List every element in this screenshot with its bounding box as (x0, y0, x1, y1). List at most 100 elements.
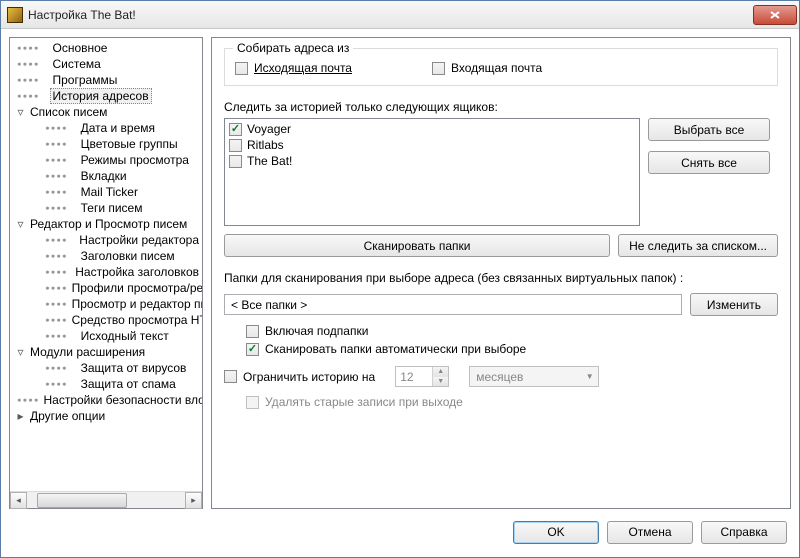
tree-item[interactable]: ∙∙∙∙Основное (10, 40, 202, 56)
tree-item-label: Теги писем (78, 200, 146, 216)
tree-indent (67, 332, 76, 341)
tree-indent (67, 268, 71, 277)
tree-indent (67, 172, 76, 181)
scroll-right-arrow[interactable]: ▸ (185, 492, 202, 509)
close-icon (770, 11, 780, 19)
collapse-icon[interactable]: ▿ (16, 220, 25, 229)
collapse-icon[interactable]: ▿ (16, 108, 25, 117)
dialog-footer: OK Отмена Справка (1, 517, 799, 557)
tree-item[interactable]: ▸Другие опции (10, 408, 202, 424)
outgoing-label: Исходящая почта (254, 61, 352, 75)
list-item-label: Ritlabs (247, 138, 284, 152)
tree-item[interactable]: ∙∙∙∙Настройка заголовков (10, 264, 202, 280)
incoming-label: Входящая почта (451, 61, 542, 75)
tree-item[interactable]: ∙∙∙∙Исходный текст (10, 328, 202, 344)
tree-item-label: Дата и время (78, 120, 158, 136)
select-all-button[interactable]: Выбрать все (648, 118, 770, 141)
change-folders-button[interactable]: Изменить (690, 293, 778, 316)
ignore-list-button[interactable]: Не следить за списком... (618, 234, 778, 257)
tree-item[interactable]: ∙∙∙∙Дата и время (10, 120, 202, 136)
horizontal-scrollbar[interactable]: ◂ ▸ (10, 491, 202, 508)
incoming-checkbox[interactable]: Входящая почта (432, 61, 542, 75)
tree-item-label: Список писем (27, 104, 110, 120)
checkbox-icon (229, 123, 242, 136)
purge-checkbox: Удалять старые записи при выходе (246, 395, 778, 409)
tree-item-label: Mail Ticker (78, 184, 141, 200)
collapse-icon[interactable]: ▿ (16, 348, 25, 357)
expand-icon[interactable]: ▸ (16, 412, 25, 421)
tree-item[interactable]: ∙∙∙∙Защита от вирусов (10, 360, 202, 376)
tree-item[interactable]: ∙∙∙∙Теги писем (10, 200, 202, 216)
tree-item-label: Заголовки писем (78, 248, 178, 264)
tree-item-label: Вкладки (78, 168, 130, 184)
tree-item[interactable]: ∙∙∙∙Режимы просмотра (10, 152, 202, 168)
list-item-label: The Bat! (247, 154, 292, 168)
limit-history-checkbox[interactable]: Ограничить историю на (224, 370, 375, 384)
folders-label: Папки для сканирования при выборе адреса… (224, 271, 778, 285)
tree-indent (39, 44, 48, 53)
tree-item[interactable]: ∙∙∙∙Заголовки писем (10, 248, 202, 264)
close-button[interactable] (753, 5, 797, 25)
cancel-button[interactable]: Отмена (607, 521, 693, 544)
collect-legend: Собирать адреса из (233, 41, 353, 55)
subfolders-checkbox[interactable]: Включая подпапки (246, 324, 778, 338)
checkbox-icon (224, 370, 237, 383)
tree-item[interactable]: ∙∙∙∙Программы (10, 72, 202, 88)
tree-item[interactable]: ∙∙∙∙Защита от спама (10, 376, 202, 392)
auto-scan-label: Сканировать папки автоматически при выбо… (265, 342, 526, 356)
tree-item-label: Основное (50, 40, 111, 56)
nav-tree[interactable]: ∙∙∙∙Основное∙∙∙∙Система∙∙∙∙Программы∙∙∙∙… (10, 38, 202, 491)
tree-item[interactable]: ∙∙∙∙Mail Ticker (10, 184, 202, 200)
tree-item-label: Защита от вирусов (78, 360, 190, 376)
deselect-all-button[interactable]: Снять все (648, 151, 770, 174)
list-item[interactable]: Ritlabs (227, 137, 637, 153)
folders-input[interactable]: < Все папки > (224, 294, 682, 315)
auto-scan-checkbox[interactable]: Сканировать папки автоматически при выбо… (246, 342, 778, 356)
tree-indent (67, 252, 76, 261)
checkbox-icon (246, 343, 259, 356)
list-item-label: Voyager (247, 122, 291, 136)
tree-indent (67, 364, 76, 373)
tree-item[interactable]: ∙∙∙∙Профили просмотра/редак (10, 280, 202, 296)
tree-indent (67, 140, 76, 149)
checkbox-icon (246, 325, 259, 338)
tree-item[interactable]: ∙∙∙∙Настройки безопасности влож (10, 392, 202, 408)
help-button[interactable]: Справка (701, 521, 787, 544)
tree-item[interactable]: ∙∙∙∙Система (10, 56, 202, 72)
tree-indent (67, 156, 76, 165)
tree-item[interactable]: ∙∙∙∙Настройки редактора (10, 232, 202, 248)
subfolders-label: Включая подпапки (265, 324, 368, 338)
mailbox-list[interactable]: Voyager Ritlabs The Bat! (224, 118, 640, 226)
purge-label: Удалять старые записи при выходе (265, 395, 463, 409)
spinner-down: ▼ (433, 377, 448, 387)
list-item[interactable]: The Bat! (227, 153, 637, 169)
checkbox-icon (229, 155, 242, 168)
tree-indent (67, 124, 76, 133)
scroll-track[interactable] (27, 492, 185, 509)
scroll-thumb[interactable] (37, 493, 127, 508)
tree-item[interactable]: ∙∙∙∙Цветовые группы (10, 136, 202, 152)
ok-button[interactable]: OK (513, 521, 599, 544)
titlebar[interactable]: Настройка The Bat! (1, 1, 799, 29)
list-item[interactable]: Voyager (227, 121, 637, 137)
collect-groupbox: Собирать адреса из Исходящая почта Входя… (224, 48, 778, 86)
tree-item-label: Настройки редактора (76, 232, 202, 248)
tree-item[interactable]: ▿Модули расширения (10, 344, 202, 360)
tree-item-label: Модули расширения (27, 344, 148, 360)
tree-item[interactable]: ∙∙∙∙Просмотр и редактор писем (10, 296, 202, 312)
scroll-left-arrow[interactable]: ◂ (10, 492, 27, 509)
tree-item[interactable]: ∙∙∙∙Вкладки (10, 168, 202, 184)
tree-item-label: Настройки безопасности влож (41, 392, 203, 408)
tree-item-label: Программы (50, 72, 121, 88)
checkbox-icon (432, 62, 445, 75)
scan-folders-button[interactable]: Сканировать папки (224, 234, 610, 257)
tree-item[interactable]: ▿Список писем (10, 104, 202, 120)
limit-unit-combo: месяцев ▼ (469, 366, 599, 387)
tree-item[interactable]: ∙∙∙∙Средство просмотра HTML (10, 312, 202, 328)
tree-item[interactable]: ∙∙∙∙История адресов (10, 88, 202, 104)
tree-item-label: Исходный текст (78, 328, 172, 344)
tree-item[interactable]: ▿Редактор и Просмотр писем (10, 216, 202, 232)
tree-item-label: Цветовые группы (78, 136, 181, 152)
outgoing-checkbox[interactable]: Исходящая почта (235, 61, 352, 75)
spinner-up: ▲ (433, 367, 448, 377)
